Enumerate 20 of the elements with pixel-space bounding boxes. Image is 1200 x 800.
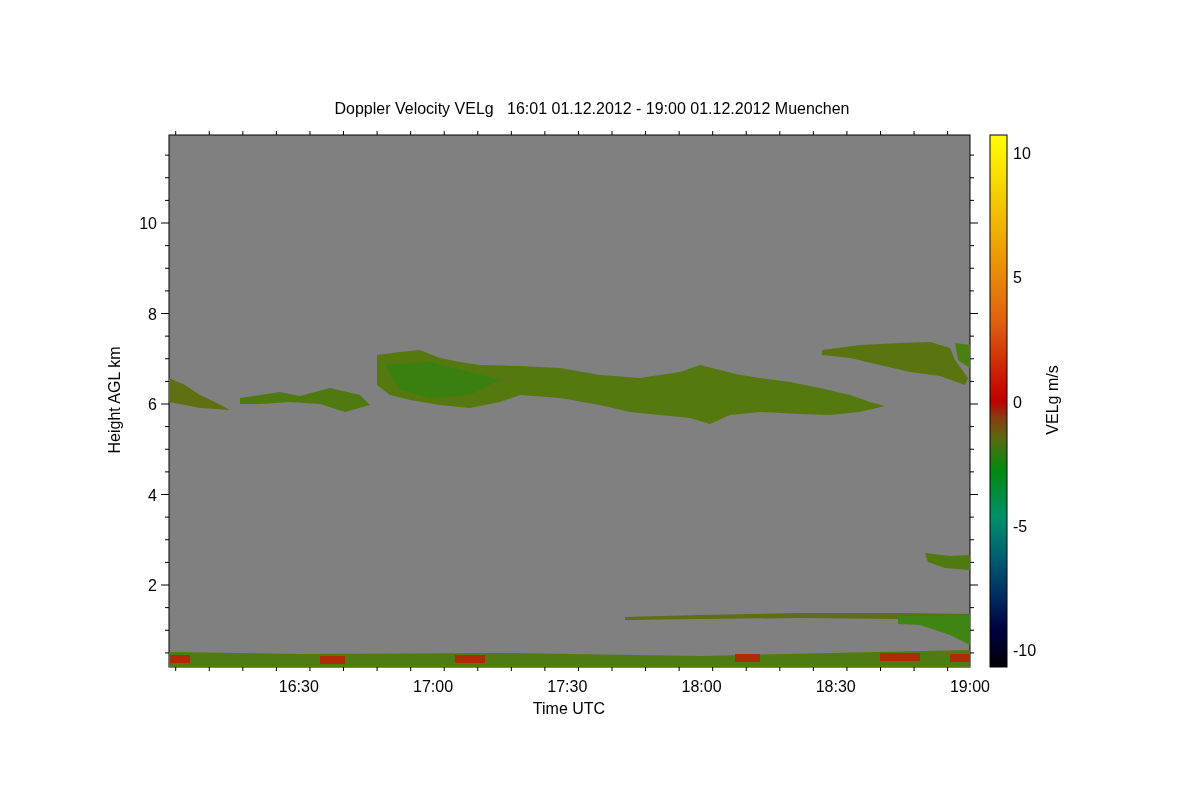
colorbar-tick-label: 5	[1013, 269, 1022, 287]
colorbar-tick-label: 0	[1013, 393, 1022, 411]
x-tick-label: 17:30	[547, 678, 588, 695]
y-tick-label: 6	[148, 396, 157, 413]
x-tick-label: 18:30	[815, 678, 856, 695]
x-tick-label: 16:30	[278, 678, 319, 695]
plot-title: Doppler Velocity VELg 16:01 01.12.2012 - 19:00 01.12.2012 Muenchen	[334, 100, 850, 117]
x-tick-label: 18:00	[681, 678, 722, 695]
y-tick-label: 2	[148, 577, 157, 594]
colorbar-tick-label: 10	[1013, 145, 1031, 162]
x-tick-label: 17:00	[413, 678, 454, 695]
y-tick-label: 10	[139, 215, 157, 232]
x-axis-label: Time UTC	[532, 700, 606, 717]
y-tick-label: 4	[148, 486, 157, 504]
x-tick-label: 19:00	[950, 678, 990, 695]
y-tick-label: 8	[148, 305, 157, 323]
colorbar-tick-label: -5	[1013, 517, 1028, 535]
colorbar-label: VELg m/s	[1044, 365, 1061, 435]
y-axis-label: Height AGL km	[106, 346, 123, 454]
colorbar-tick-label: -10	[1013, 642, 1037, 659]
